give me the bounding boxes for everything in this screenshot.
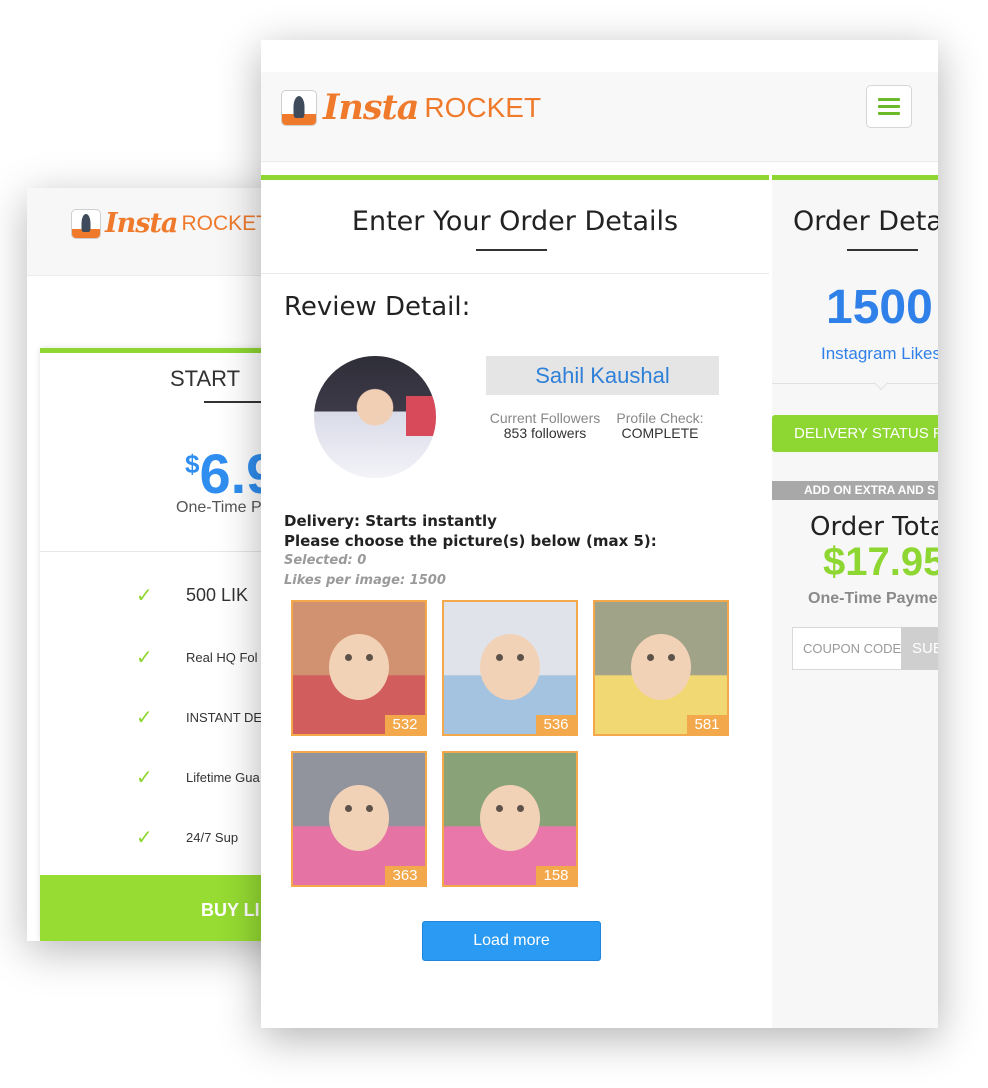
check-icon: ✓ bbox=[136, 647, 153, 669]
feature-item: ✓ Real HQ Fol bbox=[136, 645, 258, 670]
feature-label: 24/7 Sup bbox=[186, 830, 239, 845]
order-summary-panel: Order Deta 1500 Instagram Likes DELIVERY… bbox=[772, 175, 938, 1028]
menu-toggle-button[interactable] bbox=[866, 85, 912, 128]
photo-thumbnail[interactable]: 363 bbox=[291, 751, 427, 887]
photo-thumbnail[interactable]: 158 bbox=[442, 751, 578, 887]
followers-stat: Current Followers 853 followers bbox=[486, 411, 604, 441]
summary-divider bbox=[772, 383, 938, 384]
plan-title-rule bbox=[204, 401, 264, 403]
feature-item: ✓ 24/7 Sup bbox=[136, 825, 238, 850]
rocket-logo-icon bbox=[71, 208, 101, 239]
photo-like-count: 532 bbox=[385, 715, 425, 734]
title-rule bbox=[847, 249, 918, 251]
check-icon: ✓ bbox=[136, 827, 153, 849]
order-total-value: $17.95 bbox=[823, 540, 938, 584]
feature-label: Lifetime Gua bbox=[186, 770, 260, 785]
submit-coupon-button[interactable]: SUB bbox=[901, 627, 938, 670]
logo-insta-text: Insta bbox=[105, 208, 178, 239]
logo-rocket-text: ROCKET bbox=[181, 211, 269, 235]
profile-check-value: COMPLETE bbox=[621, 425, 699, 441]
check-icon: ✓ bbox=[136, 707, 153, 729]
order-screen: Insta ROCKET Enter Your Order Details Re… bbox=[261, 40, 938, 1028]
order-quantity-label: Instagram Likes bbox=[821, 344, 938, 363]
review-heading: Review Detail: bbox=[284, 292, 471, 322]
feature-item: ✓ Lifetime Gua bbox=[136, 765, 260, 790]
divider-notch bbox=[873, 375, 889, 391]
photo-like-count: 581 bbox=[687, 715, 727, 734]
logo-rocket-text: ROCKET bbox=[424, 91, 542, 123]
photo-thumbnail[interactable]: 532 bbox=[291, 600, 427, 736]
photo-thumbnail[interactable]: 536 bbox=[442, 600, 578, 736]
site-header: Insta ROCKET bbox=[261, 72, 938, 162]
profile-avatar bbox=[314, 356, 436, 478]
profile-check-label: Profile Check: bbox=[616, 410, 704, 426]
marketing-composite: Insta ROCKET START $6.9 One-Time P ✓ 500 … bbox=[0, 0, 988, 1088]
price-currency: $ bbox=[185, 449, 200, 479]
photo-thumbnail[interactable]: 581 bbox=[593, 600, 729, 736]
order-total-label: Order Tota bbox=[810, 512, 938, 542]
site-logo[interactable]: Insta ROCKET bbox=[281, 87, 541, 128]
followers-value: 853 followers bbox=[503, 425, 587, 441]
feature-item: ✓ 500 LIK bbox=[136, 583, 248, 608]
feature-item: ✓ INSTANT DE bbox=[136, 705, 262, 730]
likes-per-image: Likes per image: 1500 bbox=[284, 573, 446, 588]
feature-label: Real HQ Fol bbox=[186, 650, 258, 665]
delivery-status-button[interactable]: DELIVERY STATUS RE bbox=[772, 415, 938, 452]
one-time-payment-label: One-Time Payme bbox=[808, 590, 938, 607]
section-divider bbox=[261, 273, 769, 274]
one-time-label: One-Time P bbox=[176, 499, 262, 516]
addon-banner: ADD ON EXTRA AND S bbox=[772, 481, 938, 500]
photo-like-count: 363 bbox=[385, 866, 425, 885]
photo-like-count: 536 bbox=[536, 715, 576, 734]
followers-label: Current Followers bbox=[489, 410, 601, 426]
title-rule bbox=[476, 249, 547, 251]
check-icon: ✓ bbox=[136, 585, 153, 607]
coupon-input[interactable] bbox=[792, 627, 902, 670]
order-form-title: Enter Your Order Details bbox=[351, 206, 679, 237]
feature-label: INSTANT DE bbox=[186, 710, 263, 725]
photo-like-count: 158 bbox=[536, 866, 576, 885]
selected-count: Selected: 0 bbox=[284, 553, 367, 568]
plan-title: START bbox=[170, 366, 241, 391]
choose-pictures-prompt: Please choose the picture(s) below (max … bbox=[284, 532, 657, 550]
profile-check-stat: Profile Check: COMPLETE bbox=[614, 411, 706, 441]
feature-label: 500 LIK bbox=[186, 585, 249, 605]
back-logo[interactable]: Insta ROCKET bbox=[71, 208, 269, 239]
delivery-info: Delivery: Starts instantly bbox=[284, 512, 497, 530]
rocket-logo-icon bbox=[281, 89, 317, 126]
order-summary-title: Order Deta bbox=[793, 206, 938, 237]
order-quantity: 1500 bbox=[826, 281, 933, 334]
hamburger-icon bbox=[878, 98, 900, 101]
logo-insta-text: Insta bbox=[323, 87, 419, 128]
load-more-button[interactable]: Load more bbox=[422, 921, 601, 961]
check-icon: ✓ bbox=[136, 767, 153, 789]
order-form-panel: Enter Your Order Details Review Detail: … bbox=[261, 175, 769, 1028]
profile-name[interactable]: Sahil Kaushal bbox=[486, 356, 719, 395]
